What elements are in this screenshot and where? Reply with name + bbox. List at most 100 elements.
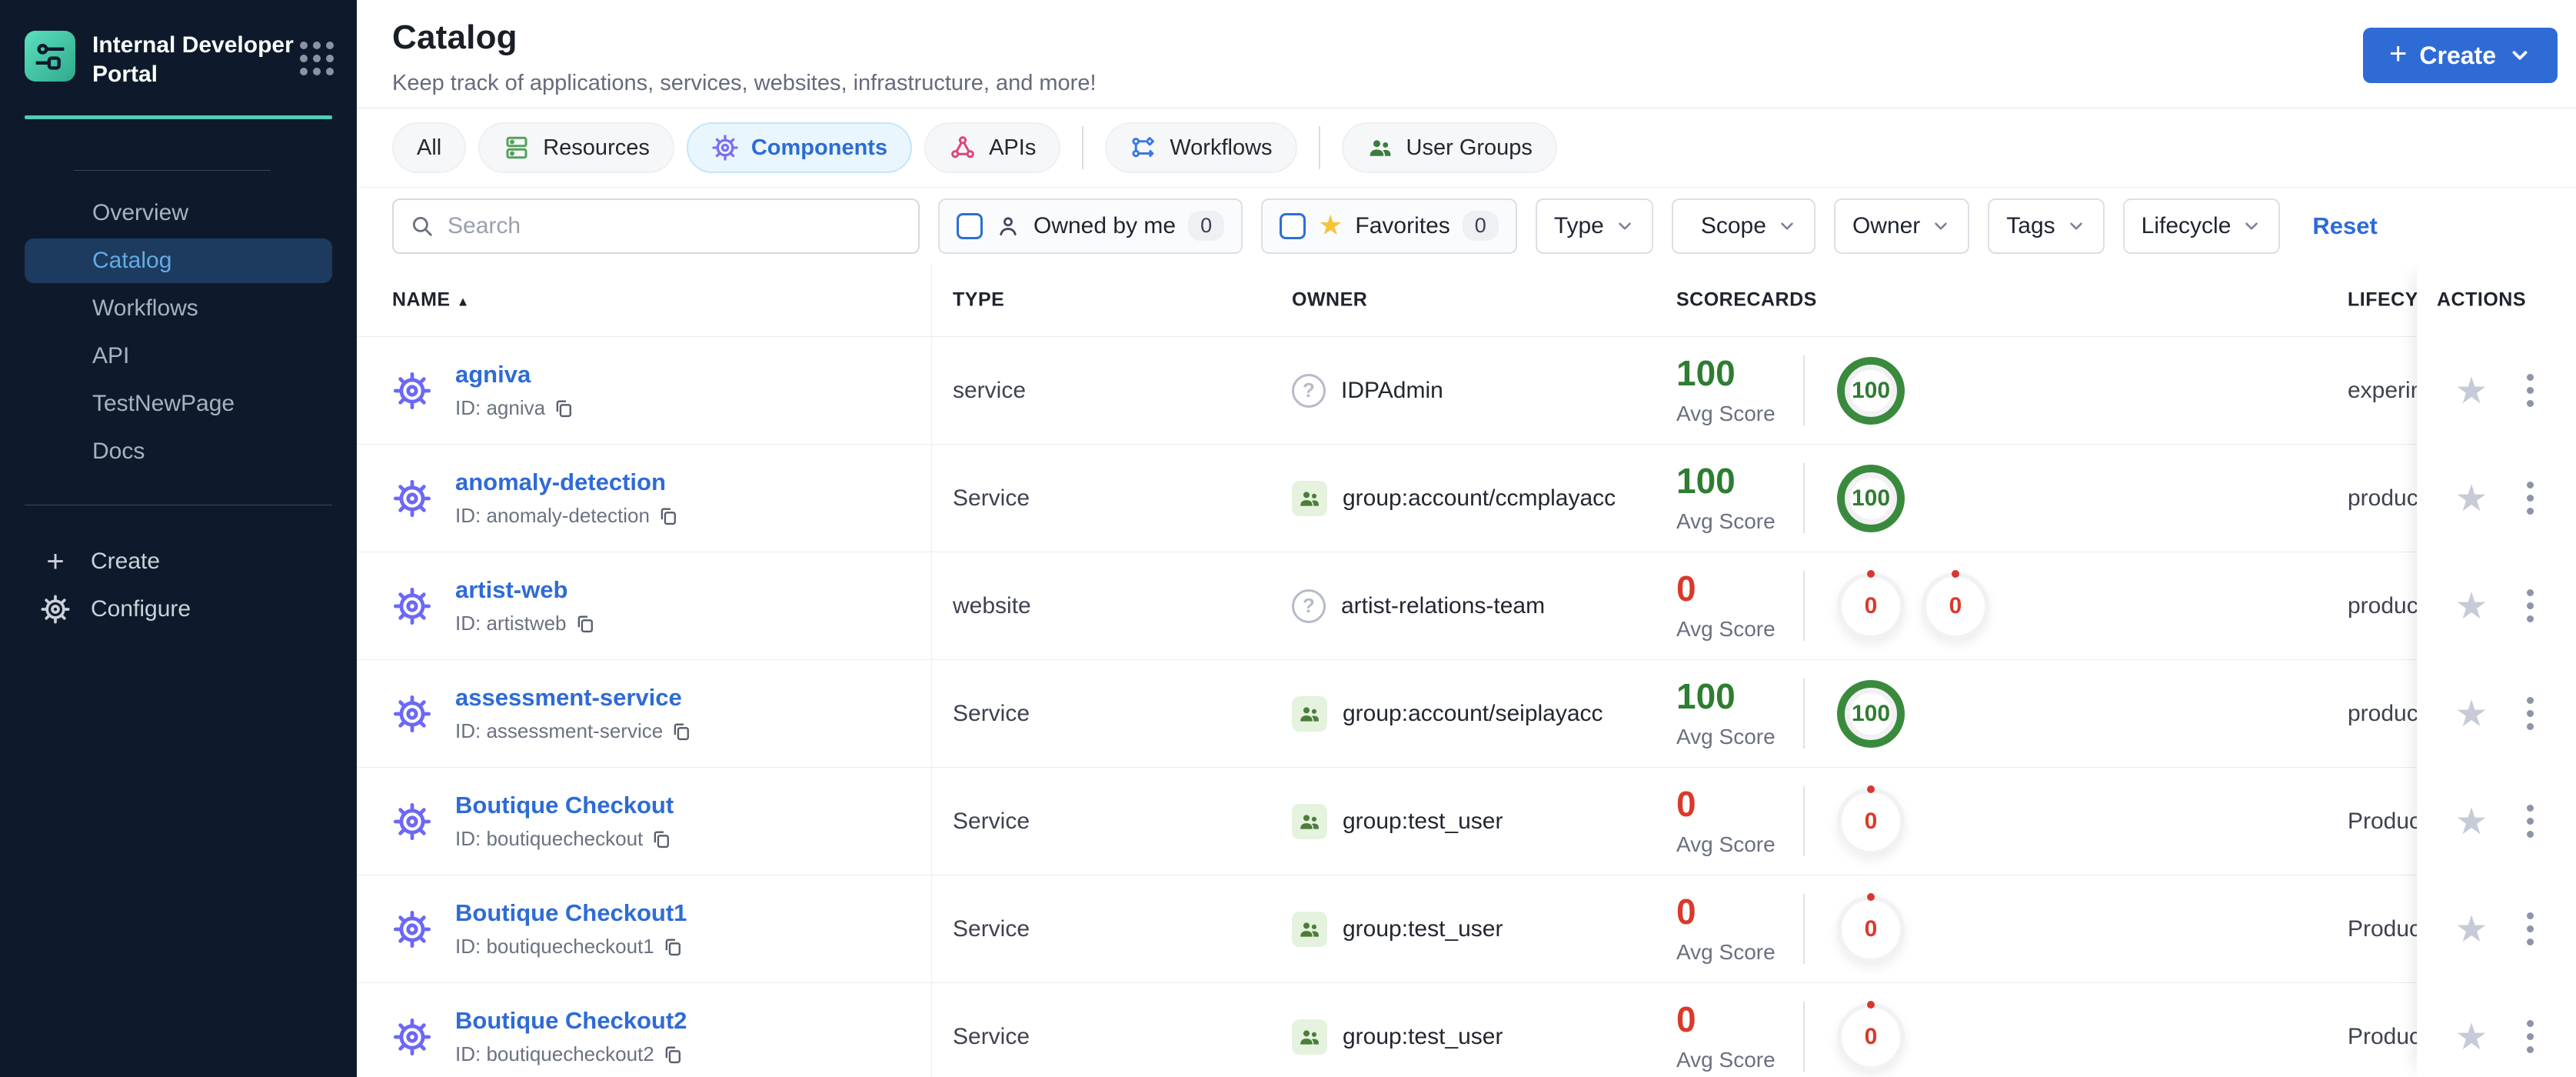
sidebar-item-docs[interactable]: Docs	[25, 429, 332, 474]
sidebar-footer-create[interactable]: + Create	[25, 538, 332, 585]
sort-asc-icon: ▲	[456, 294, 470, 309]
favorite-star-button[interactable]: ★	[2455, 803, 2488, 840]
entity-id: ID: boutiquecheckout2	[455, 1042, 687, 1066]
scorecard-badge[interactable]: 0	[1922, 569, 1989, 640]
row-actions: ★	[2417, 983, 2576, 1077]
tab-resources[interactable]: Resources	[478, 122, 674, 173]
sidebar-footer: + Create Configure	[0, 538, 357, 633]
score-divider	[1803, 1002, 1805, 1072]
filter-dropdown-tags[interactable]: Tags	[1988, 198, 2105, 254]
group-owner-icon	[1292, 1019, 1327, 1055]
tab-label: Workflows	[1170, 135, 1273, 160]
sidebar-item-catalog[interactable]: Catalog	[25, 238, 332, 283]
filter-dropdown-lifecycle[interactable]: Lifecycle	[2122, 198, 2281, 254]
scorecard-badges: 100	[1837, 337, 1905, 444]
column-header-lifecycle[interactable]: LIFECYCLE	[2348, 289, 2421, 312]
entity-type: Service	[953, 1023, 1030, 1049]
dropdown-label: Type	[1553, 212, 1604, 238]
table-rows: agniva ID: agniva service ? IDPAdmin 100 …	[357, 336, 2576, 1077]
sidebar-item-workflows[interactable]: Workflows	[25, 286, 332, 331]
row-actions: ★	[2417, 552, 2576, 659]
avg-score-value: 100	[1676, 675, 1736, 716]
scorecard-badge[interactable]: 0	[1837, 892, 1905, 963]
kebab-menu-button[interactable]	[2522, 585, 2538, 627]
entity-name-link[interactable]: assessment-service	[455, 684, 692, 712]
scorecard-badge[interactable]: 0	[1837, 1000, 1905, 1071]
copy-icon[interactable]	[553, 398, 574, 419]
search-input[interactable]	[448, 212, 903, 239]
search-icon	[412, 216, 432, 236]
favorite-star-button[interactable]: ★	[2455, 372, 2488, 409]
column-header-name[interactable]: NAME ▲	[392, 289, 470, 312]
kebab-menu-button[interactable]	[2522, 692, 2538, 735]
apis-icon	[949, 134, 977, 162]
avg-score-label: Avg Score	[1676, 939, 1776, 964]
sidebar-item-testnewpage[interactable]: TestNewPage	[25, 382, 332, 426]
tab-user-groups[interactable]: User Groups	[1341, 122, 1557, 173]
kebab-menu-button[interactable]	[2522, 908, 2538, 950]
filter-dropdown-type[interactable]: Type	[1535, 198, 1653, 254]
sidebar-item-api[interactable]: API	[25, 334, 332, 378]
copy-icon[interactable]	[662, 936, 684, 958]
favorite-star-button[interactable]: ★	[2455, 911, 2488, 948]
favorite-star-button[interactable]: ★	[2455, 1019, 2488, 1055]
scorecard-badge[interactable]: 100	[1837, 356, 1905, 425]
entity-type: website	[953, 592, 1031, 619]
apps-grid-icon[interactable]	[300, 42, 334, 75]
entity-name-link[interactable]: anomaly-detection	[455, 468, 679, 496]
favorites-filter[interactable]: ★ Favorites 0	[1261, 198, 1517, 254]
sidebar-footer-configure[interactable]: Configure	[25, 585, 332, 633]
favorite-star-button[interactable]: ★	[2455, 588, 2488, 625]
sidebar-item-overview[interactable]: Overview	[25, 191, 332, 235]
entity-cell: agniva ID: agniva	[392, 337, 574, 444]
entity-name-link[interactable]: Boutique Checkout1	[455, 899, 687, 927]
avg-score-cell: 0 Avg Score	[1676, 552, 1776, 659]
copy-icon[interactable]	[574, 613, 596, 635]
entity-name-link[interactable]: artist-web	[455, 576, 596, 604]
avg-score-label: Avg Score	[1676, 724, 1776, 749]
favorite-star-button[interactable]: ★	[2455, 695, 2488, 732]
tab-workflows[interactable]: Workflows	[1105, 122, 1297, 173]
portal-logo-icon	[25, 31, 75, 82]
scorecard-badge[interactable]: 100	[1837, 464, 1905, 532]
kebab-menu-button[interactable]	[2522, 800, 2538, 842]
entity-name-link[interactable]: agniva	[455, 361, 574, 388]
entity-name-link[interactable]: Boutique Checkout	[455, 792, 674, 819]
entity-id: ID: anomaly-detection	[455, 504, 679, 528]
copy-icon[interactable]	[671, 721, 692, 742]
avg-score-label: Avg Score	[1676, 401, 1776, 425]
create-button[interactable]: + Create	[2363, 28, 2558, 83]
copy-icon[interactable]	[651, 829, 672, 850]
filter-dropdown-scope[interactable]: Scope	[1671, 198, 1816, 254]
scorecard-badge[interactable]: 0	[1837, 569, 1905, 640]
column-header-owner[interactable]: OWNER	[1292, 289, 1367, 312]
owned-by-me-checkbox[interactable]	[957, 212, 983, 239]
tab-apis[interactable]: APIs	[924, 122, 1061, 173]
search-box[interactable]	[392, 198, 920, 254]
kebab-menu-button[interactable]	[2522, 1015, 2538, 1058]
kebab-menu-button[interactable]	[2522, 477, 2538, 519]
column-header-scorecards[interactable]: SCORECARDS	[1676, 289, 1817, 312]
entity-id: ID: agniva	[455, 396, 574, 420]
scorecard-badge[interactable]: 100	[1837, 679, 1905, 748]
copy-icon[interactable]	[662, 1044, 684, 1065]
filter-dropdown-owner[interactable]: Owner	[1833, 198, 1970, 254]
entity-cell: anomaly-detection ID: anomaly-detection	[392, 445, 679, 552]
kebab-menu-button[interactable]	[2522, 369, 2538, 412]
avg-score-label: Avg Score	[1676, 832, 1776, 856]
copy-icon[interactable]	[657, 505, 679, 527]
entity-id: ID: boutiquecheckout	[455, 827, 674, 851]
entity-name-link[interactable]: Boutique Checkout2	[455, 1007, 687, 1035]
unknown-owner-icon: ?	[1292, 373, 1326, 408]
tab-all[interactable]: All	[392, 122, 467, 173]
entity-owner: group:account/seiplayacc	[1292, 660, 1603, 767]
tab-components[interactable]: Components	[686, 122, 913, 173]
favorites-checkbox[interactable]	[1280, 212, 1306, 239]
favorite-star-button[interactable]: ★	[2455, 480, 2488, 517]
owned-by-me-filter[interactable]: Owned by me 0	[938, 198, 1243, 254]
column-header-type[interactable]: TYPE	[953, 289, 1004, 312]
scorecard-badge[interactable]: 0	[1837, 785, 1905, 855]
favorites-count: 0	[1462, 211, 1499, 241]
favorites-label: Favorites	[1355, 212, 1450, 238]
reset-filters-link[interactable]: Reset	[2312, 212, 2377, 240]
